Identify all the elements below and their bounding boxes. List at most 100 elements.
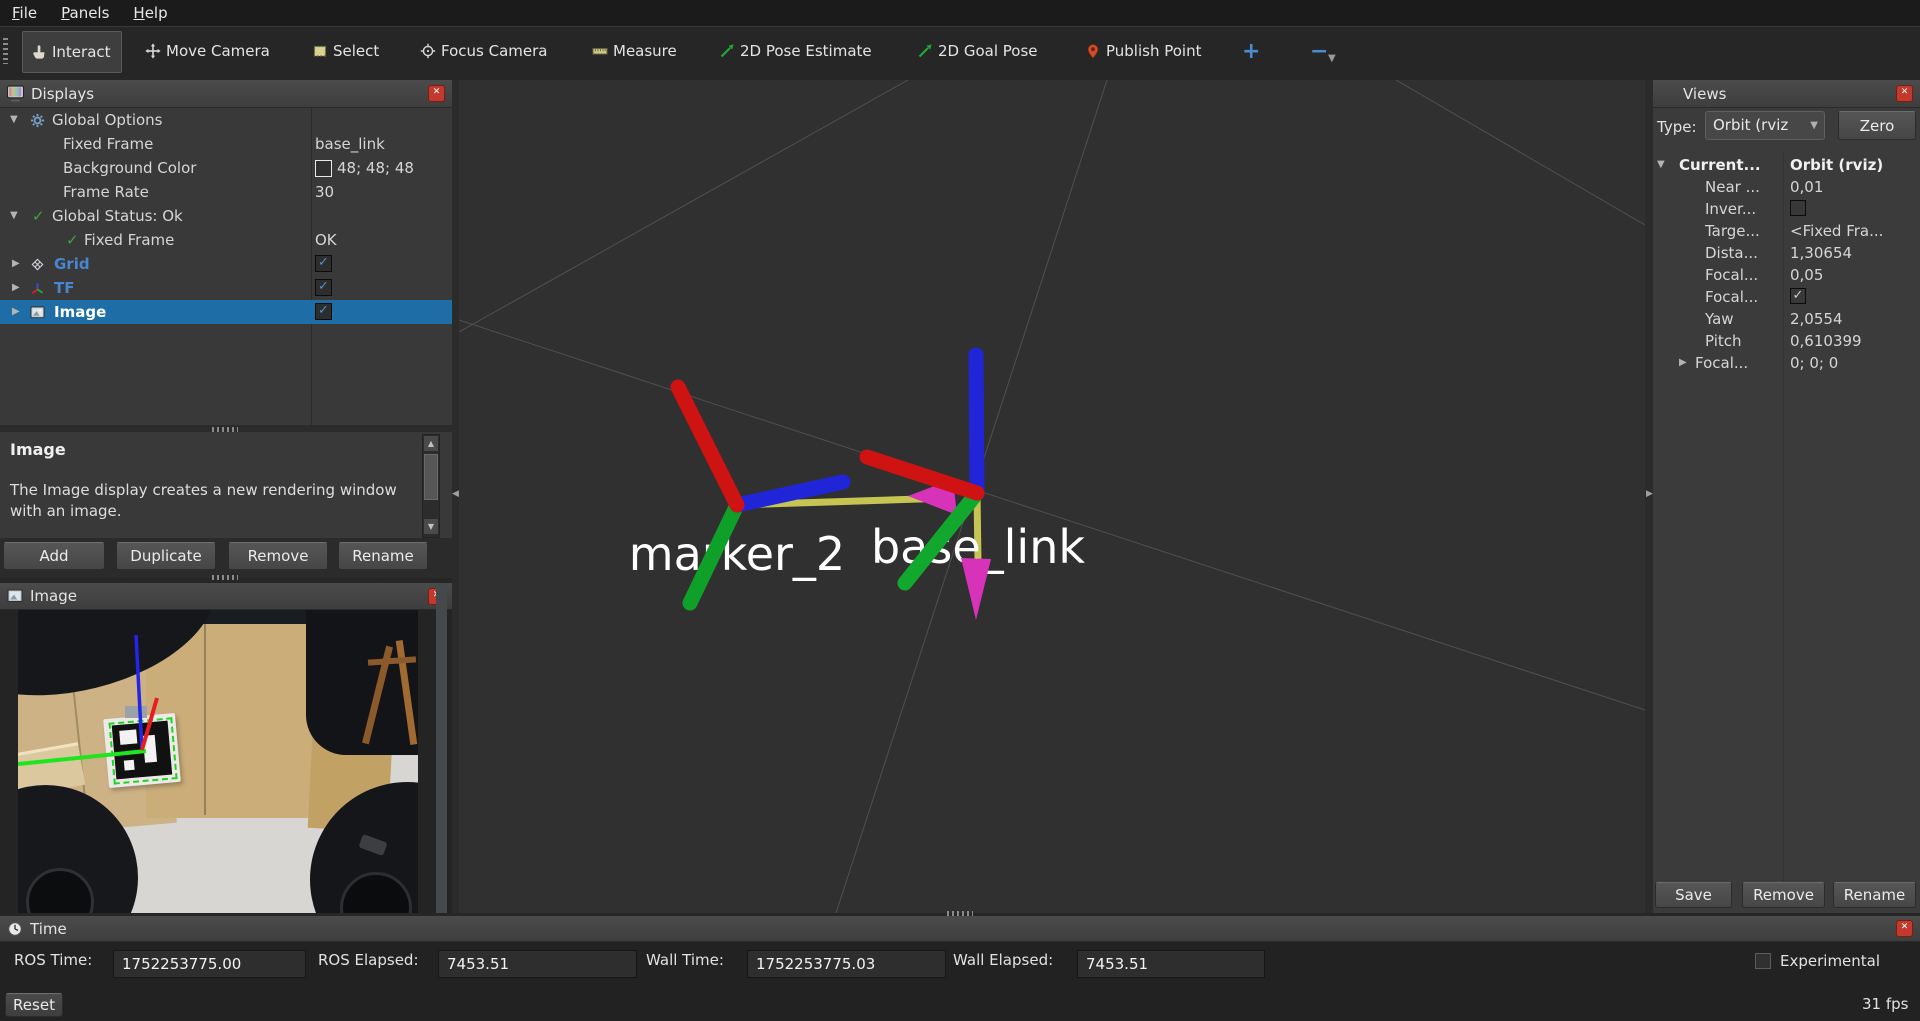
view-type-dropdown[interactable]: Orbit (rviz ▼ <box>1705 111 1825 140</box>
save-view-button[interactable]: Save <box>1655 882 1732 908</box>
views-row-near[interactable]: Near ... 0,01 <box>1653 176 1920 198</box>
viewport-3d[interactable]: marker_2 base_link <box>459 80 1645 913</box>
views-row-focal-shape-size[interactable]: Focal... 0,05 <box>1653 264 1920 286</box>
row-value[interactable]: 0,05 <box>1790 264 1823 286</box>
grid-enabled-checkbox[interactable]: ✓ <box>315 255 332 272</box>
displays-row-background-color[interactable]: Background Color 48; 48; 48 <box>0 156 452 180</box>
duplicate-button[interactable]: Duplicate <box>116 542 216 570</box>
rename-view-button[interactable]: Rename <box>1833 882 1916 908</box>
hand-icon <box>31 44 47 60</box>
views-row-target[interactable]: Targe... <Fixed Fra... <box>1653 220 1920 242</box>
scroll-down-icon[interactable]: ▼ <box>423 518 439 535</box>
views-row-focal-shape-fixed[interactable]: Focal... ✓ <box>1653 286 1920 308</box>
add-button[interactable]: Add <box>3 542 105 570</box>
rename-button[interactable]: Rename <box>338 542 428 570</box>
tool-select-label: Select <box>333 42 379 60</box>
close-icon[interactable]: ✕ <box>428 85 445 102</box>
chevron-down-icon[interactable]: ▼ <box>1328 53 1336 64</box>
time-panel-body: ROS Time: 1752253775.00 ROS Elapsed: 745… <box>0 942 1920 1021</box>
rename-button-label: Rename <box>1844 886 1906 904</box>
splitter[interactable] <box>0 425 452 432</box>
toolbar-drag-handle[interactable] <box>3 38 8 64</box>
chevron-right-icon[interactable]: ▶ <box>12 300 20 324</box>
description-scrollbar[interactable]: ▲ ▼ <box>422 434 440 538</box>
close-icon[interactable]: ✕ <box>1896 920 1913 937</box>
image-icon <box>7 588 23 604</box>
row-value[interactable]: 0; 0; 0 <box>1790 352 1838 374</box>
reset-button[interactable]: Reset <box>5 993 63 1017</box>
collapse-right-icon[interactable]: ▶ <box>1646 489 1653 499</box>
chevron-down-icon[interactable]: ▼ <box>10 108 18 132</box>
image-enabled-checkbox[interactable]: ✓ <box>315 303 332 320</box>
menu-panels[interactable]: Panels <box>49 4 121 22</box>
displays-row-tf[interactable]: ▶ TF ✓ <box>0 276 452 300</box>
ruler-icon <box>592 43 608 59</box>
views-row-yaw[interactable]: Yaw 2,0554 <box>1653 308 1920 330</box>
row-label: Pitch <box>1705 330 1742 352</box>
tool-focus-camera[interactable]: Focus Camera <box>420 31 547 71</box>
tool-move-camera[interactable]: Move Camera <box>145 31 270 71</box>
remove-view-button[interactable]: Remove <box>1742 882 1825 908</box>
row-value[interactable]: 1,30654 <box>1790 242 1852 264</box>
zero-button[interactable]: Zero <box>1838 111 1916 140</box>
row-value[interactable]: 30 <box>315 180 334 204</box>
row-label: Background Color <box>63 156 196 180</box>
wall-elapsed-field[interactable]: 7453.51 <box>1077 950 1265 978</box>
chevron-down-icon[interactable]: ▼ <box>1657 154 1665 176</box>
rename-button-label: Rename <box>352 547 414 565</box>
row-value[interactable]: 48; 48; 48 <box>337 156 414 180</box>
chevron-right-icon[interactable]: ▶ <box>12 276 20 300</box>
scroll-up-icon[interactable]: ▲ <box>423 435 439 452</box>
tool-interact[interactable]: Interact <box>22 31 122 73</box>
displays-row-grid[interactable]: ▶ Grid ✓ <box>0 252 452 276</box>
displays-row-status-fixed-frame[interactable]: ✓ Fixed Frame OK <box>0 228 452 252</box>
invert-checkbox[interactable] <box>1790 200 1806 216</box>
close-icon[interactable]: ✕ <box>1896 85 1913 102</box>
tool-2d-pose-estimate[interactable]: 2D Pose Estimate <box>719 31 872 71</box>
collapse-left-icon[interactable]: ◀ <box>452 489 459 499</box>
tf-scene: marker_2 base_link <box>459 80 1645 913</box>
row-value[interactable]: 2,0554 <box>1790 308 1843 330</box>
chevron-down-icon[interactable]: ▼ <box>10 204 18 228</box>
dock-separator[interactable] <box>436 583 447 913</box>
row-label: Current... <box>1679 154 1761 176</box>
views-row-focal-point[interactable]: ▶ Focal... 0; 0; 0 <box>1653 352 1920 374</box>
row-value[interactable]: base_link <box>315 132 385 156</box>
displays-row-image[interactable]: ▶ Image ✓ <box>0 300 452 324</box>
tool-focus-camera-label: Focus Camera <box>441 42 547 60</box>
green-arrow-icon <box>719 43 735 59</box>
focal-fixed-checkbox[interactable]: ✓ <box>1790 288 1806 304</box>
views-row-current[interactable]: ▼ Current... Orbit (rviz) <box>1653 154 1920 176</box>
experimental-checkbox[interactable] <box>1755 953 1771 969</box>
tool-measure[interactable]: Measure <box>592 31 677 71</box>
chevron-right-icon[interactable]: ▶ <box>12 252 20 276</box>
ros-elapsed-field[interactable]: 7453.51 <box>438 950 637 978</box>
row-value[interactable]: 0,01 <box>1790 176 1823 198</box>
wall-time-field[interactable]: 1752253775.03 <box>747 950 946 978</box>
displays-row-global-status[interactable]: ▼ ✓ Global Status: Ok <box>0 204 452 228</box>
remove-tool-button[interactable]: − <box>1310 31 1328 71</box>
color-swatch[interactable] <box>315 160 332 177</box>
tool-select[interactable]: Select <box>312 31 379 71</box>
views-row-invert[interactable]: Inver... <box>1653 198 1920 220</box>
tool-2d-goal-pose[interactable]: 2D Goal Pose <box>917 31 1038 71</box>
add-tool-button[interactable]: + <box>1242 31 1260 71</box>
tf-enabled-checkbox[interactable]: ✓ <box>315 279 332 296</box>
row-value[interactable]: <Fixed Fra... <box>1790 220 1883 242</box>
remove-button[interactable]: Remove <box>228 542 328 570</box>
displays-row-frame-rate[interactable]: Frame Rate 30 <box>0 180 452 204</box>
views-row-pitch[interactable]: Pitch 0,610399 <box>1653 330 1920 352</box>
menu-bar: File Panels Help <box>0 0 1920 27</box>
row-value[interactable]: 0,610399 <box>1790 330 1862 352</box>
menu-file[interactable]: File <box>0 4 49 22</box>
splitter-handle[interactable] <box>212 575 238 580</box>
row-label: Fixed Frame <box>84 228 174 252</box>
displays-row-fixed-frame[interactable]: Fixed Frame base_link <box>0 132 452 156</box>
ros-time-field[interactable]: 1752253775.00 <box>113 950 306 978</box>
displays-row-global-options[interactable]: ▼ Global Options <box>0 108 452 132</box>
scrollbar-thumb[interactable] <box>424 454 438 500</box>
views-row-distance[interactable]: Dista... 1,30654 <box>1653 242 1920 264</box>
chevron-right-icon[interactable]: ▶ <box>1679 352 1687 374</box>
tool-publish-point[interactable]: Publish Point <box>1085 31 1201 71</box>
menu-help[interactable]: Help <box>121 4 179 22</box>
